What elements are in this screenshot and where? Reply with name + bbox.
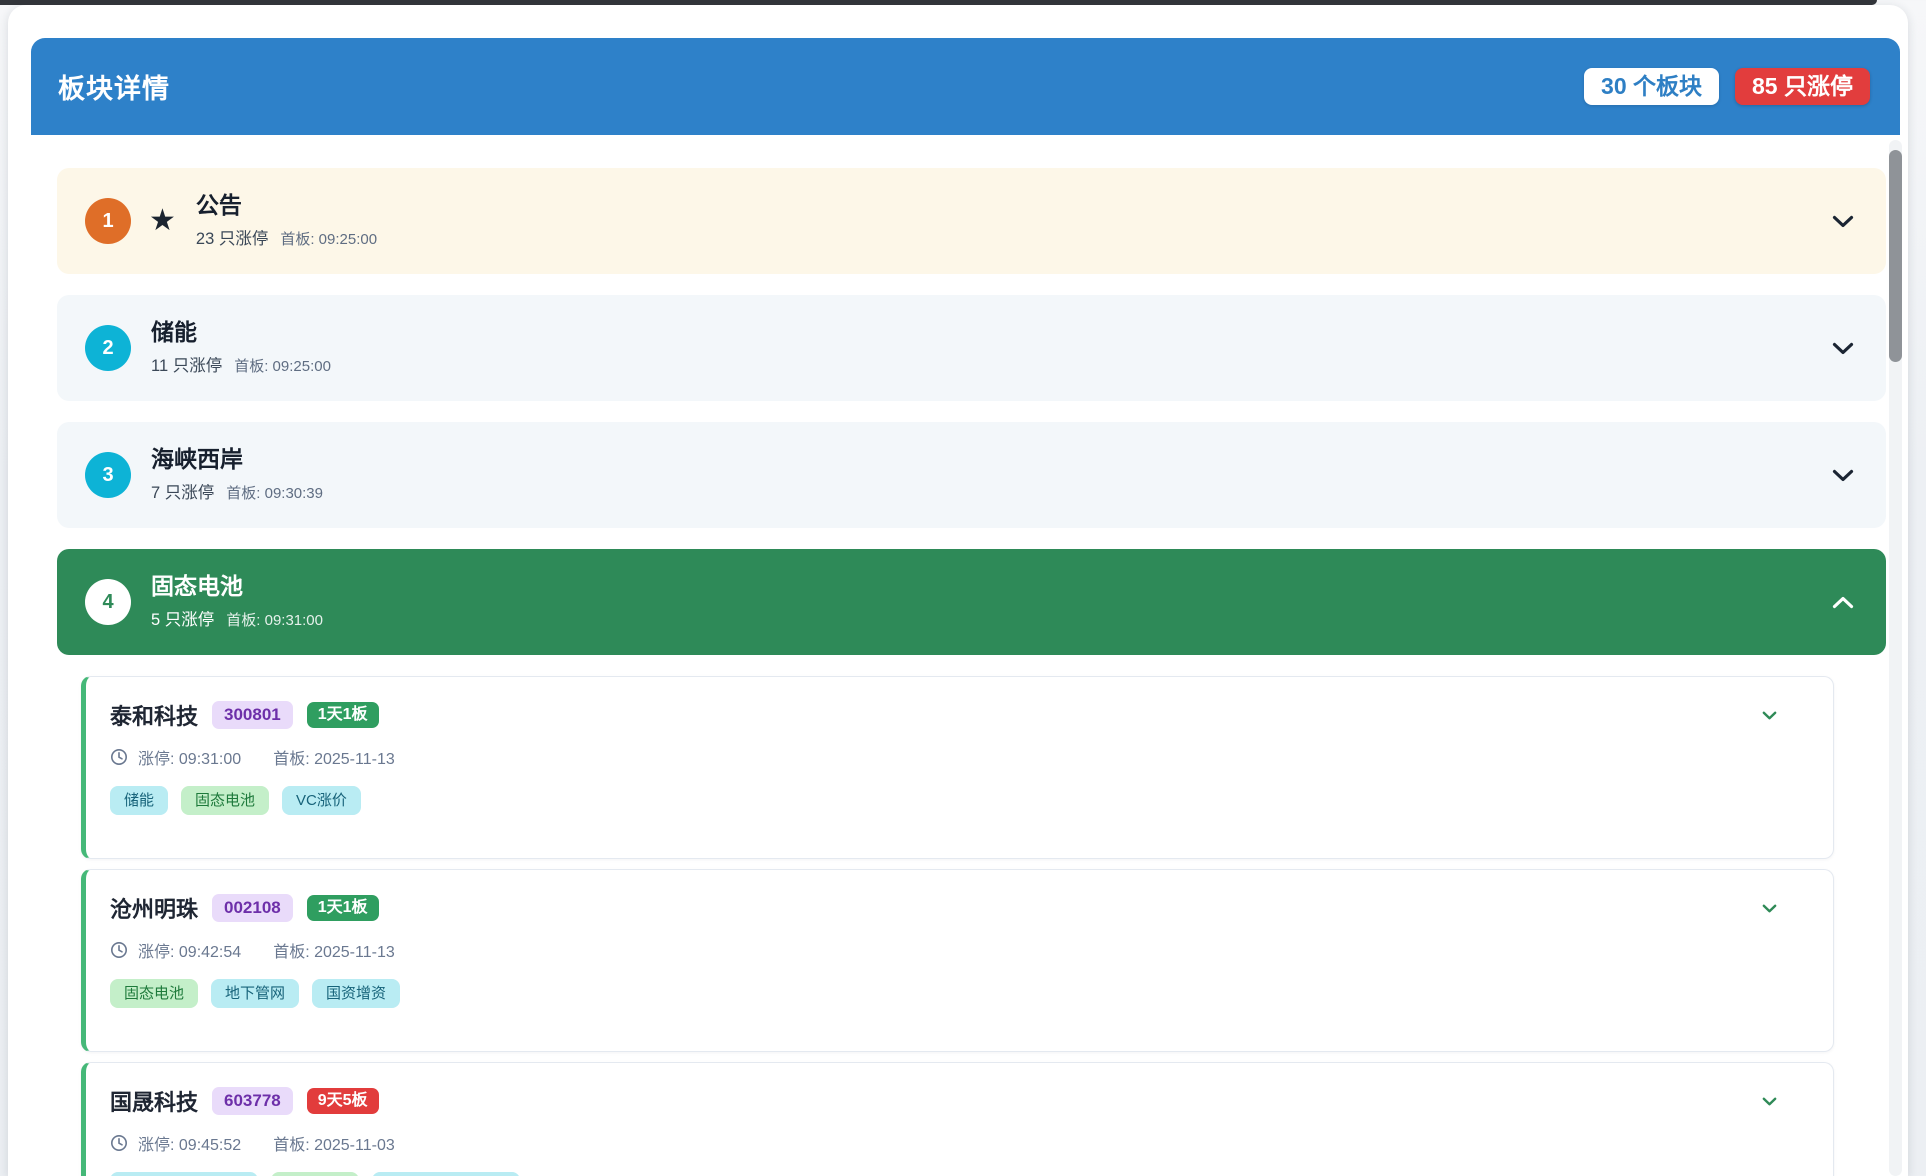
sector-subline: 23 只涨停 首板: 09:25:00: [196, 225, 377, 249]
stock-name: 泰和科技: [110, 699, 198, 731]
limit-up-time: 涨停: 09:31:00: [138, 745, 241, 769]
sector-row-gutaidianchi[interactable]: 4 固态电池 5 只涨停 首板: 09:31:00: [57, 549, 1886, 655]
sector-row-gonggao[interactable]: 1 ★ 公告 23 只涨停 首板: 09:25:00: [57, 168, 1886, 274]
chevron-down-icon: [1832, 342, 1854, 355]
panel-header: 板块详情 30 个板块 85 只涨停: [31, 38, 1900, 135]
sector-name: 储能: [151, 320, 331, 345]
sector-limit-up-count: 23 只涨停: [196, 225, 268, 249]
chevron-down-icon: [1832, 215, 1854, 228]
sector-name: 海峡西岸: [151, 447, 323, 472]
stock-meta: 涨停: 09:42:54 首板: 2025-11-13: [110, 938, 1805, 962]
concept-tag: 绿色转型示范工程: [372, 1172, 520, 1176]
stock-card-cangzhoumingzhu[interactable]: 沧州明珠 002108 1天1板 涨停: 09:42:54 首板: 2025-1…: [81, 869, 1834, 1052]
stock-code-badge: 002108: [212, 894, 293, 922]
stock-name: 国晟科技: [110, 1085, 198, 1117]
star-icon: ★: [149, 206, 176, 236]
sector-first-board-time: 首板: 09:30:39: [226, 482, 323, 503]
sector-first-board-time: 首板: 09:31:00: [226, 609, 323, 630]
streak-badge: 9天5板: [307, 1088, 379, 1114]
stock-code-badge: 603778: [212, 1087, 293, 1115]
stock-tags: 固态电池 地下管网 国资增资: [110, 979, 1805, 1008]
sector-detail-panel: 板块详情 30 个板块 85 只涨停 1 ★ 公告 23 只涨停 首板: 09:…: [31, 38, 1900, 1176]
clock-icon: [110, 748, 128, 766]
concept-tag: 固态电池: [181, 786, 269, 815]
sector-name: 固态电池: [151, 574, 323, 599]
rank-badge: 1: [85, 198, 131, 244]
stock-code-badge: 300801: [212, 701, 293, 729]
sector-text: 储能 11 只涨停 首板: 09:25:00: [151, 320, 331, 375]
stock-head: 国晟科技 603778 9天5板: [110, 1086, 1805, 1116]
chevron-down-icon[interactable]: [1762, 904, 1777, 913]
stock-name: 沧州明珠: [110, 892, 198, 924]
sector-first-board-time: 首板: 09:25:00: [280, 228, 377, 249]
sector-row-haixiaxian[interactable]: 3 海峡西岸 7 只涨停 首板: 09:30:39: [57, 422, 1886, 528]
rank-badge: 3: [85, 452, 131, 498]
first-board-date: 首板: 2025-11-13: [273, 745, 395, 769]
stock-head: 沧州明珠 002108 1天1板: [110, 893, 1805, 923]
sector-limit-up-count: 11 只涨停: [151, 352, 222, 376]
sector-limit-up-count: 7 只涨停: [151, 479, 214, 503]
streak-badge: 1天1板: [307, 702, 379, 728]
limit-up-count-badge: 85 只涨停: [1735, 68, 1870, 105]
sector-text: 公告 23 只涨停 首板: 09:25:00: [196, 193, 377, 248]
stock-tags: 先进光伏中试平台 固态电池 绿色转型示范工程: [110, 1172, 1805, 1176]
chevron-down-icon[interactable]: [1762, 1097, 1777, 1106]
concept-tag: 储能: [110, 786, 168, 815]
first-board-date: 首板: 2025-11-03: [273, 1131, 395, 1155]
concept-tag: 固态电池: [110, 979, 198, 1008]
sector-row-chuneng[interactable]: 2 储能 11 只涨停 首板: 09:25:00: [57, 295, 1886, 401]
concept-tag: 国资增资: [312, 979, 400, 1008]
chevron-down-icon[interactable]: [1762, 711, 1777, 720]
sector-subline: 5 只涨停 首板: 09:31:00: [151, 606, 323, 630]
stock-tags: 储能 固态电池 VC涨价: [110, 786, 1805, 815]
limit-up-time: 涨停: 09:45:52: [138, 1131, 241, 1155]
sector-text: 固态电池 5 只涨停 首板: 09:31:00: [151, 574, 323, 629]
rank-badge: 4: [85, 579, 131, 625]
first-board-date: 首板: 2025-11-13: [273, 938, 395, 962]
header-badges: 30 个板块 85 只涨停: [1584, 68, 1870, 105]
limit-up-time: 涨停: 09:42:54: [138, 938, 241, 962]
rank-badge: 2: [85, 325, 131, 371]
streak-badge: 1天1板: [307, 895, 379, 921]
stock-meta: 涨停: 09:31:00 首板: 2025-11-13: [110, 745, 1805, 769]
stock-head: 泰和科技 300801 1天1板: [110, 700, 1805, 730]
clock-icon: [110, 1134, 128, 1152]
concept-tag: 固态电池: [271, 1172, 359, 1176]
sector-text: 海峡西岸 7 只涨停 首板: 09:30:39: [151, 447, 323, 502]
clock-icon: [110, 941, 128, 959]
sector-subline: 7 只涨停 首板: 09:30:39: [151, 479, 323, 503]
sector-name: 公告: [196, 193, 377, 218]
sector-count-badge: 30 个板块: [1584, 68, 1719, 105]
stock-card-taihekeji[interactable]: 泰和科技 300801 1天1板 涨停: 09:31:00 首板: 2025-1…: [81, 676, 1834, 859]
concept-tag: 先进光伏中试平台: [110, 1172, 258, 1176]
sector-list: 1 ★ 公告 23 只涨停 首板: 09:25:00 2 储能 11 只涨停 首…: [31, 135, 1900, 1176]
concept-tag: 地下管网: [211, 979, 299, 1008]
concept-tag: VC涨价: [282, 786, 361, 815]
sector-limit-up-count: 5 只涨停: [151, 606, 214, 630]
stock-card-guoshengkeji[interactable]: 国晟科技 603778 9天5板 涨停: 09:45:52 首板: 2025-1…: [81, 1062, 1834, 1176]
chevron-up-icon: [1832, 596, 1854, 609]
page-title: 板块详情: [58, 67, 170, 106]
chevron-down-icon: [1832, 469, 1854, 482]
sector-subline: 11 只涨停 首板: 09:25:00: [151, 352, 331, 376]
sector-first-board-time: 首板: 09:25:00: [234, 355, 331, 376]
stock-meta: 涨停: 09:45:52 首板: 2025-11-03: [110, 1131, 1805, 1155]
scrollbar-thumb[interactable]: [1889, 150, 1902, 362]
